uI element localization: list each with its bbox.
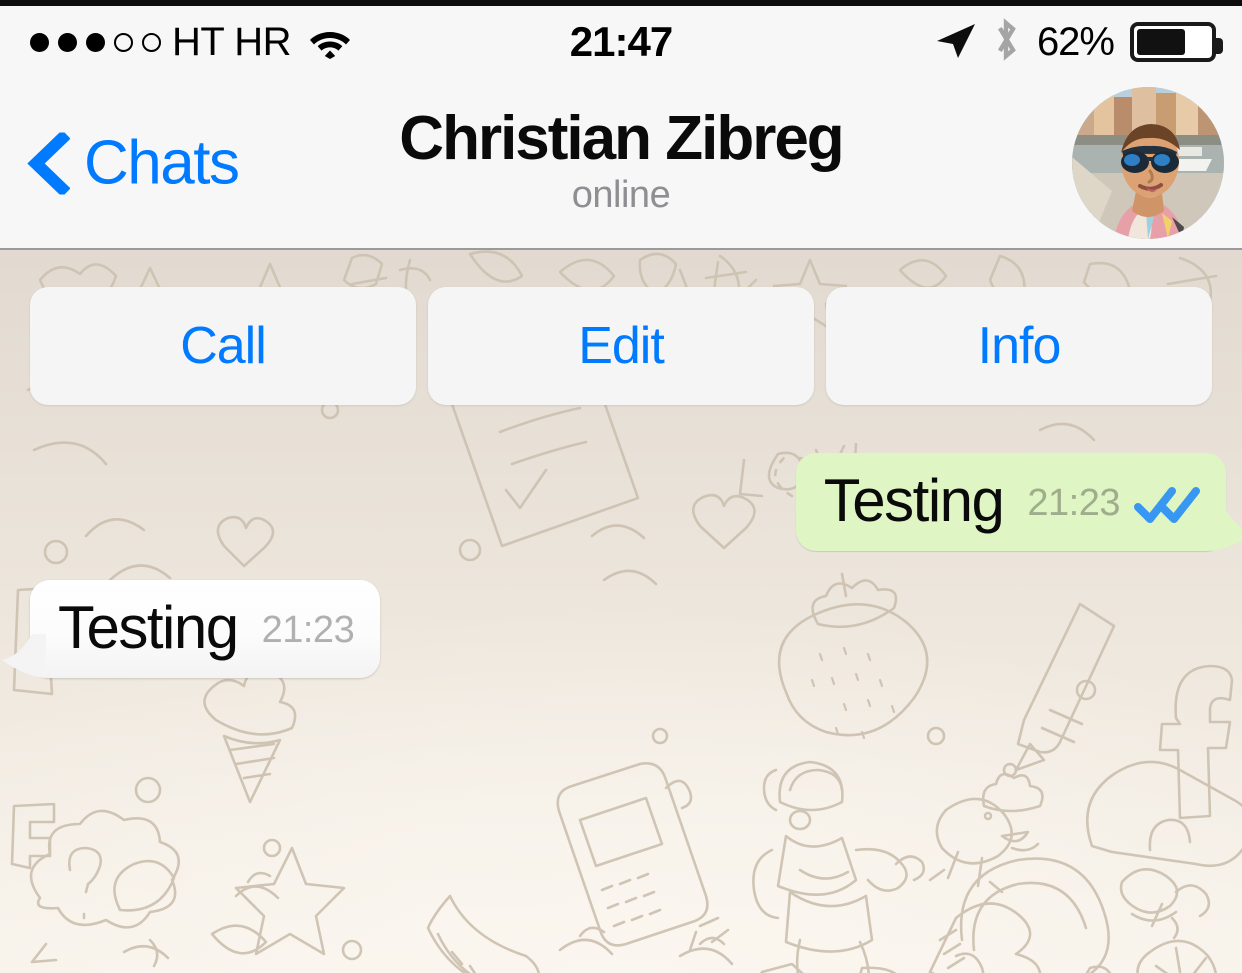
info-button[interactable]: Info xyxy=(826,287,1212,405)
navigation-bar: Chats Christian Zibreg online xyxy=(0,78,1242,250)
back-button-label: Chats xyxy=(84,128,240,198)
quick-action-bar: Call Edit Info xyxy=(30,287,1212,405)
message-text: Testing xyxy=(58,594,239,661)
message-timestamp: 21:23 xyxy=(1027,482,1120,524)
contact-avatar[interactable] xyxy=(1072,87,1224,239)
message-bubble-incoming[interactable]: Testing 21:23 xyxy=(2,580,381,678)
message-bubble-outgoing[interactable]: Testing 21:23 xyxy=(795,453,1242,551)
bluetooth-icon xyxy=(993,17,1021,67)
whatsapp-chat-screen: HT HR 21:47 62% Chats Christian Zibreg o… xyxy=(0,0,1242,973)
chat-message-area[interactable]: Call Edit Info Testing 21:23 Testing 21:… xyxy=(0,250,1242,973)
clock-label: 21:47 xyxy=(569,18,673,65)
bubble-tail-right xyxy=(1210,507,1242,551)
message-row-outgoing: Testing 21:23 xyxy=(795,453,1242,551)
battery-percent-label: 62% xyxy=(1036,19,1115,64)
back-to-chats-button[interactable]: Chats xyxy=(24,128,240,199)
chevron-left-icon xyxy=(24,129,71,197)
edit-button[interactable]: Edit xyxy=(428,287,814,405)
battery-icon xyxy=(1130,22,1223,62)
location-arrow-icon xyxy=(933,20,977,65)
battery-fill xyxy=(1137,29,1186,55)
message-meta: 21:23 xyxy=(1027,482,1200,531)
status-bar-right: 62% xyxy=(933,6,1223,78)
contact-name-title: Christian Zibreg xyxy=(399,103,844,173)
double-check-icon xyxy=(1134,485,1200,523)
message-timestamp: 21:23 xyxy=(261,609,355,651)
bubble-tail-left xyxy=(0,634,46,678)
ios-status-bar: HT HR 21:47 62% xyxy=(0,0,1242,78)
message-row-incoming: Testing 21:23 xyxy=(2,580,381,678)
contact-presence-status: online xyxy=(571,174,671,217)
call-button[interactable]: Call xyxy=(30,287,416,405)
message-meta: 21:23 xyxy=(262,609,355,658)
battery-cap xyxy=(1216,38,1223,54)
message-text: Testing xyxy=(823,467,1005,534)
